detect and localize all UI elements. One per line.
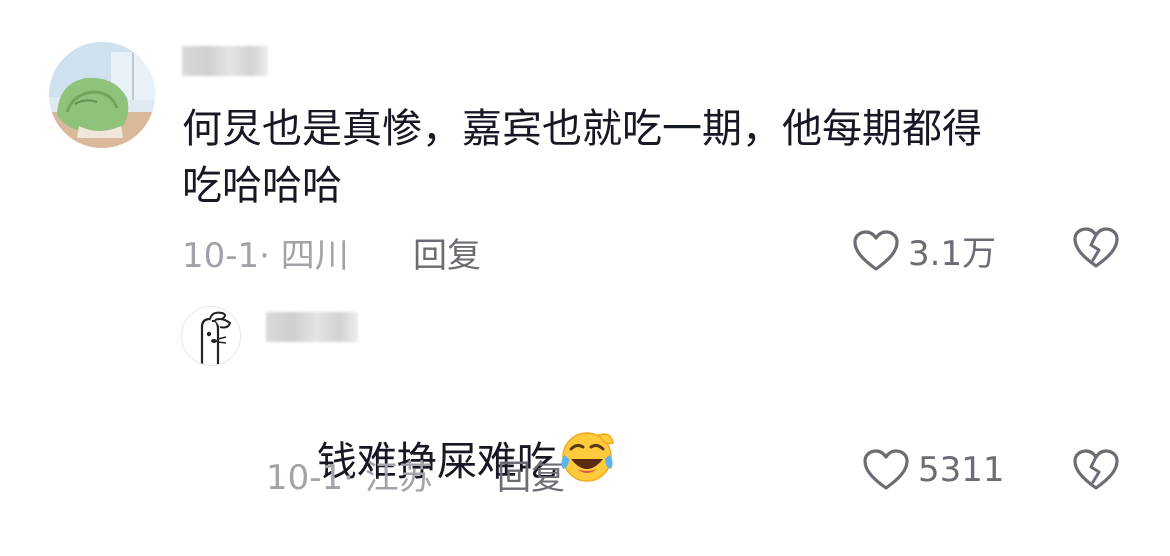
heart-outline-icon bbox=[853, 229, 899, 271]
anime-character-avatar-icon bbox=[49, 42, 155, 148]
broken-heart-icon bbox=[1073, 227, 1119, 268]
heart-outline-icon bbox=[863, 449, 909, 490]
comment-date: 10-1 bbox=[182, 236, 260, 276]
like-count: 5311 bbox=[918, 450, 1005, 490]
dislike-button[interactable] bbox=[1072, 226, 1120, 274]
dislike-button[interactable] bbox=[1072, 448, 1120, 496]
meta-separator: · bbox=[259, 236, 270, 276]
like-button[interactable]: 3.1万 bbox=[852, 226, 996, 275]
like-button[interactable]: 5311 bbox=[862, 448, 1005, 492]
reply-button[interactable]: 回复 bbox=[413, 228, 481, 277]
meta-separator: · bbox=[343, 458, 354, 498]
comment-date: 10-1 bbox=[266, 458, 344, 498]
like-count: 3.1万 bbox=[908, 234, 997, 274]
username[interactable] bbox=[266, 312, 358, 342]
broken-heart-icon bbox=[1073, 449, 1119, 490]
avatar[interactable] bbox=[181, 306, 241, 366]
comment-location: 江苏 bbox=[364, 458, 433, 498]
comment-meta: 10-1· 四川 bbox=[182, 228, 349, 277]
comment-location: 四川 bbox=[280, 236, 349, 276]
comment-text: 何炅也是真惨，嘉宾也就吃一期，他每期都得 吃哈哈哈 bbox=[182, 106, 982, 209]
reply-button[interactable]: 回复 bbox=[497, 450, 565, 499]
cartoon-bunny-avatar-icon bbox=[182, 307, 240, 365]
avatar[interactable] bbox=[49, 42, 155, 148]
username[interactable] bbox=[182, 46, 268, 76]
laughing-crying-emoji-icon bbox=[559, 429, 617, 499]
comment-meta: 10-1· 江苏 bbox=[266, 450, 433, 499]
